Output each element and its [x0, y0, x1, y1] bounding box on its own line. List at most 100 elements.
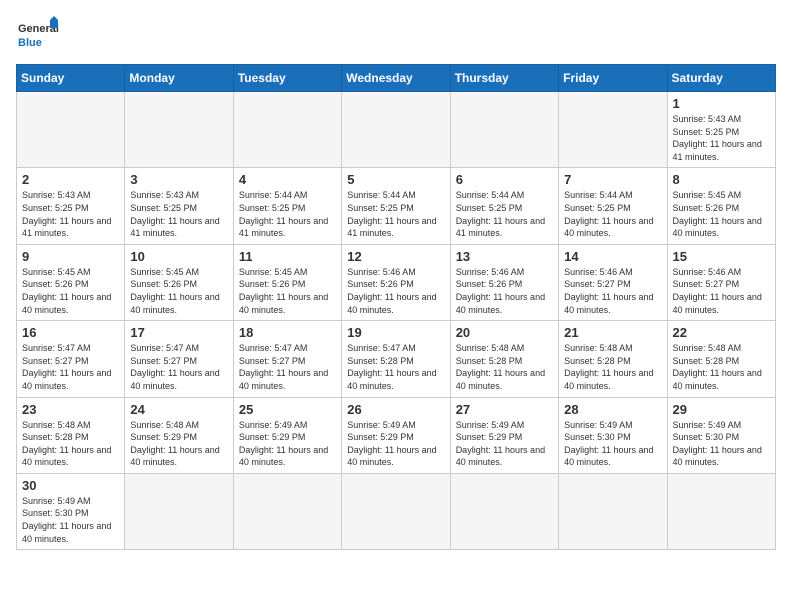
day-number: 26: [347, 402, 444, 417]
calendar-day-cell: 7Sunrise: 5:44 AM Sunset: 5:25 PM Daylig…: [559, 168, 667, 244]
day-number: 20: [456, 325, 553, 340]
day-info: Sunrise: 5:45 AM Sunset: 5:26 PM Dayligh…: [130, 266, 227, 316]
day-info: Sunrise: 5:43 AM Sunset: 5:25 PM Dayligh…: [22, 189, 119, 239]
calendar-week-row: 30 Sunrise: 5:49 AM Sunset: 5:30 PM Dayli…: [17, 473, 776, 549]
calendar-day-cell: [17, 92, 125, 168]
calendar-day-cell: 30 Sunrise: 5:49 AM Sunset: 5:30 PM Dayli…: [17, 473, 125, 549]
day-number: 22: [673, 325, 770, 340]
calendar-day-cell: 8Sunrise: 5:45 AM Sunset: 5:26 PM Daylig…: [667, 168, 775, 244]
day-number: 13: [456, 249, 553, 264]
calendar-day-cell: 28 Sunrise: 5:49 AM Sunset: 5:30 PM Dayli…: [559, 397, 667, 473]
calendar-day-cell: 21 Sunrise: 5:48 AM Sunset: 5:28 PM Dayli…: [559, 321, 667, 397]
day-info: Sunrise: 5:47 AM Sunset: 5:28 PM Dayligh…: [347, 342, 444, 392]
day-number: 14: [564, 249, 661, 264]
calendar-day-cell: 6Sunrise: 5:44 AM Sunset: 5:25 PM Daylig…: [450, 168, 558, 244]
day-number: 17: [130, 325, 227, 340]
calendar-day-cell: [559, 473, 667, 549]
calendar-day-cell: 16Sunrise: 5:47 AM Sunset: 5:27 PM Dayli…: [17, 321, 125, 397]
day-info: Sunrise: 5:48 AM Sunset: 5:29 PM Dayligh…: [130, 419, 227, 469]
calendar-table: SundayMondayTuesdayWednesdayThursdayFrid…: [16, 64, 776, 550]
calendar-day-header: Tuesday: [233, 65, 341, 92]
day-number: 24: [130, 402, 227, 417]
day-info: Sunrise: 5:49 AM Sunset: 5:30 PM Dayligh…: [673, 419, 770, 469]
day-info: Sunrise: 5:49 AM Sunset: 5:30 PM Dayligh…: [22, 495, 119, 545]
calendar-day-cell: 23 Sunrise: 5:48 AM Sunset: 5:28 PM Dayli…: [17, 397, 125, 473]
calendar-day-cell: [233, 92, 341, 168]
logo: General Blue: [16, 16, 60, 54]
day-number: 7: [564, 172, 661, 187]
day-number: 3: [130, 172, 227, 187]
calendar-day-cell: 9Sunrise: 5:45 AM Sunset: 5:26 PM Daylig…: [17, 244, 125, 320]
day-number: 18: [239, 325, 336, 340]
day-number: 23: [22, 402, 119, 417]
calendar-day-cell: 27Sunrise: 5:49 AM Sunset: 5:29 PM Dayli…: [450, 397, 558, 473]
calendar-day-cell: 13Sunrise: 5:46 AM Sunset: 5:26 PM Dayli…: [450, 244, 558, 320]
day-number: 4: [239, 172, 336, 187]
day-info: Sunrise: 5:48 AM Sunset: 5:28 PM Dayligh…: [564, 342, 661, 392]
day-number: 27: [456, 402, 553, 417]
calendar-day-cell: [233, 473, 341, 549]
calendar-day-cell: [667, 473, 775, 549]
calendar-day-cell: 4Sunrise: 5:44 AM Sunset: 5:25 PM Daylig…: [233, 168, 341, 244]
calendar-day-cell: 29 Sunrise: 5:49 AM Sunset: 5:30 PM Dayli…: [667, 397, 775, 473]
day-number: 30: [22, 478, 119, 493]
calendar-week-row: 16Sunrise: 5:47 AM Sunset: 5:27 PM Dayli…: [17, 321, 776, 397]
calendar-day-cell: 22 Sunrise: 5:48 AM Sunset: 5:28 PM Dayli…: [667, 321, 775, 397]
day-number: 15: [673, 249, 770, 264]
day-info: Sunrise: 5:49 AM Sunset: 5:30 PM Dayligh…: [564, 419, 661, 469]
page-header: General Blue: [16, 16, 776, 54]
day-info: Sunrise: 5:46 AM Sunset: 5:27 PM Dayligh…: [673, 266, 770, 316]
day-info: Sunrise: 5:46 AM Sunset: 5:26 PM Dayligh…: [347, 266, 444, 316]
calendar-day-cell: 26Sunrise: 5:49 AM Sunset: 5:29 PM Dayli…: [342, 397, 450, 473]
day-info: Sunrise: 5:45 AM Sunset: 5:26 PM Dayligh…: [239, 266, 336, 316]
day-info: Sunrise: 5:44 AM Sunset: 5:25 PM Dayligh…: [456, 189, 553, 239]
day-info: Sunrise: 5:43 AM Sunset: 5:25 PM Dayligh…: [673, 113, 770, 163]
calendar-day-cell: 20 Sunrise: 5:48 AM Sunset: 5:28 PM Dayli…: [450, 321, 558, 397]
day-info: Sunrise: 5:43 AM Sunset: 5:25 PM Dayligh…: [130, 189, 227, 239]
calendar-day-cell: 18 Sunrise: 5:47 AM Sunset: 5:27 PM Dayli…: [233, 321, 341, 397]
calendar-day-cell: 1 Sunrise: 5:43 AM Sunset: 5:25 PM Daylig…: [667, 92, 775, 168]
calendar-day-cell: 3 Sunrise: 5:43 AM Sunset: 5:25 PM Daylig…: [125, 168, 233, 244]
calendar-week-row: 9 Sunrise: 5:45 AM Sunset: 5:26 PM Daylig…: [17, 244, 776, 320]
calendar-day-header: Friday: [559, 65, 667, 92]
calendar-day-cell: 19Sunrise: 5:47 AM Sunset: 5:28 PM Dayli…: [342, 321, 450, 397]
calendar-week-row: 1 Sunrise: 5:43 AM Sunset: 5:25 PM Daylig…: [17, 92, 776, 168]
day-info: Sunrise: 5:48 AM Sunset: 5:28 PM Dayligh…: [22, 419, 119, 469]
calendar-day-cell: 2 Sunrise: 5:43 AM Sunset: 5:25 PM Daylig…: [17, 168, 125, 244]
calendar-day-cell: 5Sunrise: 5:44 AM Sunset: 5:25 PM Daylig…: [342, 168, 450, 244]
day-number: 21: [564, 325, 661, 340]
day-info: Sunrise: 5:47 AM Sunset: 5:27 PM Dayligh…: [22, 342, 119, 392]
calendar-body: 1 Sunrise: 5:43 AM Sunset: 5:25 PM Daylig…: [17, 92, 776, 550]
day-info: Sunrise: 5:46 AM Sunset: 5:27 PM Dayligh…: [564, 266, 661, 316]
calendar-day-cell: [450, 473, 558, 549]
calendar-day-cell: 14 Sunrise: 5:46 AM Sunset: 5:27 PM Dayli…: [559, 244, 667, 320]
day-info: Sunrise: 5:45 AM Sunset: 5:26 PM Dayligh…: [673, 189, 770, 239]
day-info: Sunrise: 5:47 AM Sunset: 5:27 PM Dayligh…: [239, 342, 336, 392]
day-number: 28: [564, 402, 661, 417]
logo-svg: General Blue: [16, 16, 60, 54]
calendar-day-header: Saturday: [667, 65, 775, 92]
calendar-day-cell: 25Sunrise: 5:49 AM Sunset: 5:29 PM Dayli…: [233, 397, 341, 473]
day-number: 9: [22, 249, 119, 264]
calendar-day-cell: [559, 92, 667, 168]
calendar-day-cell: 11Sunrise: 5:45 AM Sunset: 5:26 PM Dayli…: [233, 244, 341, 320]
calendar-day-header: Wednesday: [342, 65, 450, 92]
calendar-day-header: Thursday: [450, 65, 558, 92]
calendar-day-header: Sunday: [17, 65, 125, 92]
day-info: Sunrise: 5:49 AM Sunset: 5:29 PM Dayligh…: [239, 419, 336, 469]
calendar-week-row: 23 Sunrise: 5:48 AM Sunset: 5:28 PM Dayli…: [17, 397, 776, 473]
calendar-week-row: 2 Sunrise: 5:43 AM Sunset: 5:25 PM Daylig…: [17, 168, 776, 244]
day-info: Sunrise: 5:44 AM Sunset: 5:25 PM Dayligh…: [347, 189, 444, 239]
day-info: Sunrise: 5:48 AM Sunset: 5:28 PM Dayligh…: [456, 342, 553, 392]
calendar-header-row: SundayMondayTuesdayWednesdayThursdayFrid…: [17, 65, 776, 92]
day-info: Sunrise: 5:48 AM Sunset: 5:28 PM Dayligh…: [673, 342, 770, 392]
day-number: 29: [673, 402, 770, 417]
calendar-day-cell: [450, 92, 558, 168]
svg-text:Blue: Blue: [18, 37, 42, 49]
day-info: Sunrise: 5:47 AM Sunset: 5:27 PM Dayligh…: [130, 342, 227, 392]
day-number: 1: [673, 96, 770, 111]
calendar-day-cell: 24 Sunrise: 5:48 AM Sunset: 5:29 PM Dayli…: [125, 397, 233, 473]
calendar-day-cell: [125, 473, 233, 549]
calendar-day-cell: 10Sunrise: 5:45 AM Sunset: 5:26 PM Dayli…: [125, 244, 233, 320]
day-number: 2: [22, 172, 119, 187]
